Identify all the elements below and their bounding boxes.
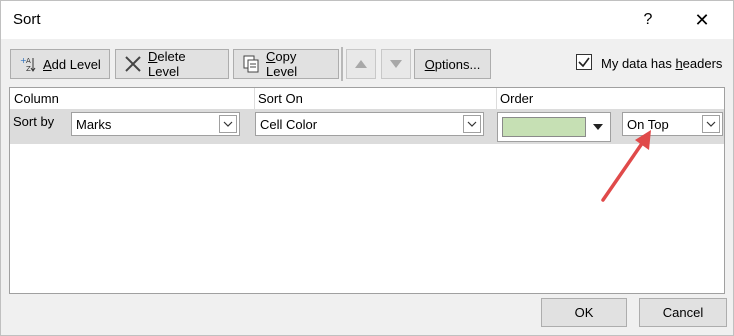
help-button[interactable]: ? <box>633 7 663 33</box>
sort-dialog: Sort ? ✕ + A Z Add Level Delete Level Co… <box>0 0 734 336</box>
copy-level-label: Copy Level <box>266 49 298 79</box>
delete-level-label: Delete Level <box>148 49 186 79</box>
chevron-down-icon[interactable] <box>702 115 720 133</box>
delete-x-icon <box>124 55 142 73</box>
options-label: Options... <box>424 56 481 72</box>
chevron-down-icon[interactable] <box>463 115 481 133</box>
triangle-down-icon <box>390 60 402 68</box>
column-header: Column <box>14 91 59 106</box>
sort-on-header: Sort On <box>258 91 303 106</box>
move-up-button[interactable] <box>346 49 376 79</box>
headers-checkbox[interactable] <box>576 54 592 70</box>
dialog-title: Sort <box>13 11 41 28</box>
add-level-button[interactable]: + A Z Add Level <box>10 49 110 79</box>
color-swatch <box>502 117 586 137</box>
sort-on-select-value: Cell Color <box>260 117 318 132</box>
column-select[interactable]: Marks <box>71 112 240 136</box>
headers-checkbox-label[interactable]: My data has headers <box>601 56 722 71</box>
order-header: Order <box>500 91 534 106</box>
toolbar-separator <box>341 47 343 81</box>
delete-level-button[interactable]: Delete Level <box>115 49 229 79</box>
annotation-arrow-icon <box>601 130 651 202</box>
ok-button[interactable]: OK <box>541 298 627 327</box>
sort-on-select[interactable]: Cell Color <box>255 112 484 136</box>
svg-text:Z: Z <box>26 65 31 73</box>
options-button[interactable]: Options... <box>414 49 491 79</box>
cancel-button[interactable]: Cancel <box>639 298 727 327</box>
copy-level-button[interactable]: Copy Level <box>233 49 339 79</box>
column-select-value: Marks <box>76 117 112 132</box>
add-level-label: Add Level <box>43 56 101 72</box>
sort-by-label: Sort by <box>13 114 55 129</box>
close-button[interactable]: ✕ <box>687 7 717 33</box>
svg-text:A: A <box>26 57 31 65</box>
triangle-up-icon <box>355 60 367 68</box>
add-level-icon: + A Z <box>19 55 37 73</box>
checkmark-icon <box>578 57 590 68</box>
chevron-down-icon[interactable] <box>219 115 237 133</box>
copy-icon <box>242 55 260 73</box>
title-bar: Sort ? ✕ <box>1 1 733 39</box>
move-down-button[interactable] <box>381 49 411 79</box>
